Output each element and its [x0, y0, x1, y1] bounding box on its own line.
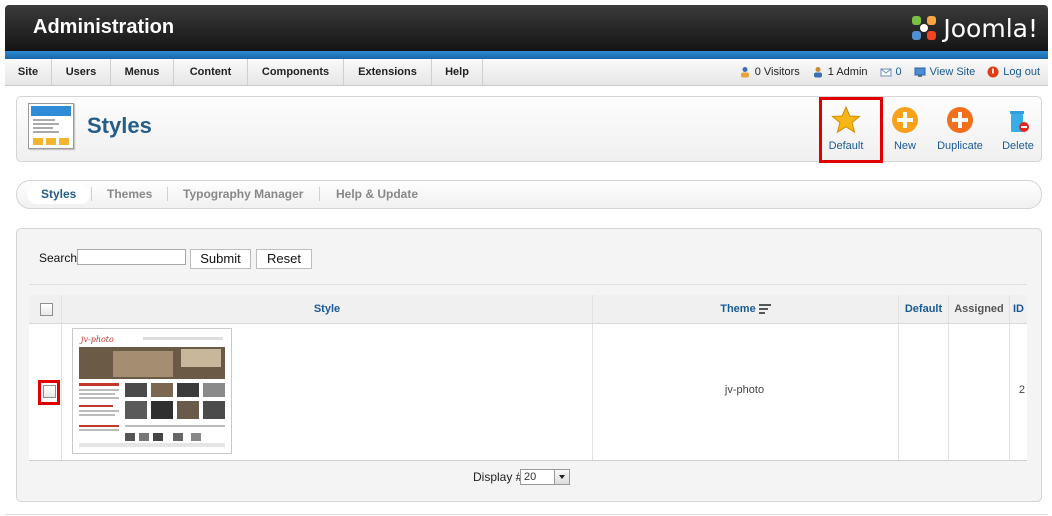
view-site-link[interactable]: View Site: [914, 66, 976, 78]
column-header-id[interactable]: ID: [1010, 295, 1027, 323]
joomla-logo[interactable]: Joomla!: [909, 13, 1038, 43]
logout-label: Log out: [1003, 66, 1040, 78]
display-label: Display #: [473, 470, 523, 484]
column-divider: [898, 295, 899, 323]
theme-cell: jv-photo: [724, 384, 765, 396]
page-title: Styles: [87, 113, 152, 138]
table-header: Style Theme Default Assigned ID: [29, 295, 1027, 324]
tab-typography-manager[interactable]: Typography Manager: [183, 187, 303, 201]
column-header-default[interactable]: Default: [899, 295, 948, 323]
messages-status[interactable]: 0: [880, 66, 902, 78]
toolbar-panel: Styles Default New Duplicate Delete: [16, 96, 1042, 163]
menu-item-users[interactable]: Users: [52, 59, 111, 85]
tab-separator: [91, 187, 92, 201]
joomla-logo-icon: [912, 16, 937, 40]
visitors-count: 0 Visitors: [754, 66, 800, 78]
column-header-theme-label: Theme: [720, 303, 756, 315]
messages-count: 0: [895, 66, 902, 78]
column-header-style[interactable]: Style: [62, 295, 592, 323]
duplicate-button-label: Duplicate: [937, 140, 983, 152]
tab-styles[interactable]: Styles: [27, 184, 91, 204]
column-divider: [948, 295, 949, 323]
column-divider: [1009, 295, 1010, 323]
logout-icon: [987, 66, 999, 78]
messages-icon: [880, 68, 892, 77]
reset-button[interactable]: Reset: [256, 249, 312, 269]
delete-button-label: Delete: [1002, 140, 1034, 152]
menu-item-site[interactable]: Site: [5, 59, 52, 85]
column-divider: [592, 295, 593, 323]
menu-item-menus[interactable]: Menus: [111, 59, 174, 85]
styles-list-panel: Search Submit Reset Style Theme Default …: [16, 228, 1042, 502]
admin-status: 1 Admin: [812, 66, 868, 78]
search-input[interactable]: [77, 249, 186, 265]
default-button-highlight: [819, 97, 883, 163]
sort-icon: [758, 304, 771, 315]
main-menu: Site Users Menus Content Components Exte…: [5, 59, 1048, 86]
menu-item-extensions[interactable]: Extensions: [344, 59, 432, 85]
tab-separator: [319, 187, 320, 201]
header-accent-bar: [5, 51, 1048, 59]
status-area: 0 Visitors 1 Admin 0 View Site Log out: [739, 59, 1040, 85]
delete-button[interactable]: Delete: [988, 105, 1048, 152]
display-count-select[interactable]: 20: [520, 469, 570, 485]
tab-themes[interactable]: Themes: [107, 187, 152, 201]
visitors-status: 0 Visitors: [739, 66, 800, 78]
id-cell: 2: [1018, 384, 1025, 396]
menu-item-content[interactable]: Content: [174, 59, 248, 85]
admin-user-icon: [813, 67, 822, 78]
admin-count: 1 Admin: [827, 66, 868, 78]
menu-item-components[interactable]: Components: [248, 59, 344, 85]
tab-separator: [167, 187, 168, 201]
view-site-label: View Site: [929, 66, 976, 78]
new-button[interactable]: New: [875, 105, 935, 152]
filter-divider: [29, 284, 1027, 285]
column-divider: [1009, 324, 1010, 460]
row-checkbox-highlight: [38, 380, 60, 405]
page-bottom-divider: [5, 514, 1048, 515]
column-header-theme[interactable]: Theme: [593, 295, 898, 323]
joomla-logo-text: Joomla!: [943, 13, 1038, 43]
column-divider: [898, 324, 899, 460]
select-all-checkbox[interactable]: [40, 303, 53, 316]
style-thumbnail[interactable]: jv-photo: [72, 328, 232, 454]
submenu-tabs: Styles Themes Typography Manager Help & …: [16, 180, 1042, 209]
users-icon: [740, 67, 749, 78]
search-label: Search: [39, 251, 78, 265]
menu-item-help[interactable]: Help: [432, 59, 483, 85]
duplicate-button[interactable]: Duplicate: [930, 105, 990, 152]
column-header-assigned: Assigned: [954, 303, 1004, 315]
logout-link[interactable]: Log out: [987, 66, 1040, 78]
thumbnail-logo-text: jv-photo: [79, 335, 114, 344]
trash-icon: [1010, 111, 1029, 132]
duplicate-icon: [947, 107, 973, 133]
tab-help-update[interactable]: Help & Update: [336, 187, 418, 201]
new-button-label: New: [893, 140, 916, 152]
table-row[interactable]: jv-photo jv-photo 2: [29, 324, 1027, 461]
monitor-icon: [914, 67, 926, 77]
display-count-value: 20: [524, 471, 537, 483]
column-divider: [61, 295, 62, 323]
header-title: Administration: [33, 16, 175, 38]
submit-button[interactable]: Submit: [190, 249, 251, 269]
add-icon: [892, 107, 918, 133]
admin-header: Administration Joomla!: [5, 5, 1048, 51]
column-divider: [61, 324, 62, 460]
column-divider: [948, 324, 949, 460]
styles-page-icon: [28, 103, 74, 149]
chevron-down-icon: [554, 470, 569, 484]
jv-photo-preview-image: jv-photo: [73, 329, 231, 453]
